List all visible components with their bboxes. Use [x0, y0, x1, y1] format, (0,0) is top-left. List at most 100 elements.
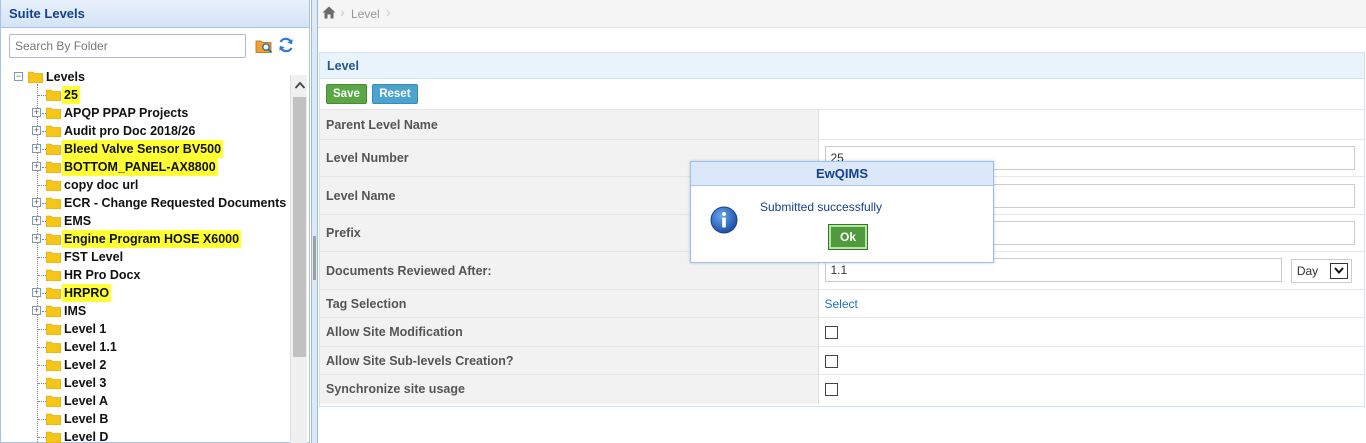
- review-unit-value: Day: [1296, 263, 1319, 278]
- form-row: Synchronize site usage: [320, 374, 1364, 404]
- synchronize-site-usage-checkbox[interactable]: [824, 383, 838, 397]
- expand-icon[interactable]: +: [32, 288, 41, 297]
- splitter-grip[interactable]: [313, 236, 316, 280]
- parent-level-name-label: Parent Level Name: [320, 109, 819, 140]
- tag-selection-label: Tag Selection: [320, 289, 819, 318]
- folder-icon: [46, 179, 61, 191]
- tree-item[interactable]: Level 1.1: [1, 338, 291, 356]
- allow-sublevels-checkbox[interactable]: [824, 354, 838, 368]
- breadcrumb-item-level[interactable]: Level: [351, 7, 380, 21]
- search-input[interactable]: [9, 34, 246, 58]
- form-row: Tag Selection Select: [320, 289, 1364, 318]
- panel-title: Suite Levels: [9, 6, 85, 21]
- tree-item[interactable]: 25: [1, 86, 291, 104]
- tree-item[interactable]: Level B: [1, 410, 291, 428]
- tree-item[interactable]: + BOTTOM_PANEL-AX8800: [1, 158, 291, 176]
- folder-icon: [46, 395, 61, 407]
- expand-icon[interactable]: +: [32, 216, 41, 225]
- breadcrumb: › Level ›: [318, 0, 1366, 28]
- tree-item[interactable]: + ECR - Change Requested Documents: [1, 194, 291, 212]
- tree-item-label: EMS: [64, 214, 92, 228]
- level-tree: − Levels 25 + APQP PPAP Projects + Audit pro…: [1, 68, 291, 443]
- folder-icon: [46, 323, 61, 335]
- folder-icon: [46, 89, 61, 101]
- tree-item-label: HRPRO: [62, 284, 112, 302]
- ok-button[interactable]: Ok: [828, 224, 868, 250]
- tree-item[interactable]: Level D: [1, 428, 291, 443]
- folder-icon: [46, 215, 61, 227]
- chevron-down-icon[interactable]: [1329, 262, 1348, 279]
- expand-icon[interactable]: +: [32, 108, 41, 117]
- folder-icon: [46, 377, 61, 389]
- folder-search-icon[interactable]: [255, 38, 273, 54]
- dialog-message: Submitted successfully: [760, 200, 883, 214]
- tree-root-label: Levels: [46, 70, 85, 84]
- form-row: Parent Level Name: [320, 109, 1364, 140]
- tree-item[interactable]: HR Pro Docx: [1, 266, 291, 284]
- tree-item-label: Audit pro Doc 2018/26: [64, 124, 196, 138]
- dialog-title: EwQIMS: [691, 162, 993, 186]
- folder-icon: [46, 431, 61, 443]
- allow-site-modification-checkbox[interactable]: [824, 326, 838, 340]
- folder-icon: [46, 125, 61, 137]
- expand-icon[interactable]: +: [32, 306, 41, 315]
- tree-item[interactable]: + APQP PPAP Projects: [1, 104, 291, 122]
- review-unit-select[interactable]: Day: [1290, 258, 1352, 283]
- tree-item-label: Level D: [64, 430, 109, 443]
- save-button[interactable]: Save: [326, 84, 367, 104]
- allow-sublevels-label: Allow Site Sub-levels Creation?: [320, 346, 819, 375]
- tree-item-label: 25: [62, 86, 80, 104]
- tree-root[interactable]: − Levels: [1, 68, 291, 86]
- tree-item[interactable]: + HRPRO: [1, 284, 291, 302]
- tree-item-label: Engine Program HOSE X6000: [62, 230, 242, 248]
- form-row: Allow Site Modification: [320, 317, 1364, 347]
- collapse-icon[interactable]: −: [14, 72, 23, 81]
- panel-header: Suite Levels: [1, 0, 309, 28]
- form-row: Allow Site Sub-levels Creation?: [320, 346, 1364, 375]
- tree-item[interactable]: + IMS: [1, 302, 291, 320]
- refresh-icon[interactable]: [277, 36, 295, 54]
- allow-site-modification-label: Allow Site Modification: [320, 317, 819, 347]
- tree-item[interactable]: Level A: [1, 392, 291, 410]
- panel-splitter[interactable]: [311, 0, 318, 443]
- tree-item-label: copy doc url: [64, 178, 139, 192]
- breadcrumb-separator: ›: [386, 4, 391, 20]
- tree-item[interactable]: + Bleed Valve Sensor BV500: [1, 140, 291, 158]
- tree-item[interactable]: + Audit pro Doc 2018/26: [1, 122, 291, 140]
- expand-icon[interactable]: +: [32, 126, 41, 135]
- tree-item-label: Level 1: [64, 322, 107, 336]
- scroll-thumb[interactable]: [293, 97, 306, 357]
- suite-levels-panel: Suite Levels − Levels 25 + APQP PPAP Proje…: [0, 0, 310, 443]
- folder-icon: [46, 359, 61, 371]
- reset-button[interactable]: Reset: [372, 84, 418, 104]
- folder-icon: [28, 71, 43, 83]
- folder-icon: [46, 107, 61, 119]
- tree-item[interactable]: Level 1: [1, 320, 291, 338]
- tree-item-label: APQP PPAP Projects: [64, 106, 189, 120]
- folder-icon: [46, 413, 61, 425]
- expand-icon[interactable]: +: [32, 144, 41, 153]
- tree-item[interactable]: + EMS: [1, 212, 291, 230]
- expand-icon[interactable]: +: [32, 198, 41, 207]
- tree-item[interactable]: Level 2: [1, 356, 291, 374]
- folder-icon: [46, 341, 61, 353]
- home-icon[interactable]: [322, 6, 336, 19]
- folder-icon: [46, 287, 61, 299]
- tree-item-label: BOTTOM_PANEL-AX8800: [62, 158, 218, 176]
- expand-icon[interactable]: +: [32, 234, 41, 243]
- folder-icon: [46, 143, 61, 155]
- tree-item[interactable]: + Engine Program HOSE X6000: [1, 230, 291, 248]
- tree-item[interactable]: copy doc url: [1, 176, 291, 194]
- tag-select-link[interactable]: Select: [825, 297, 858, 311]
- scroll-up-icon[interactable]: [291, 75, 308, 95]
- folder-icon: [46, 233, 61, 245]
- tree-item-label: Level 2: [64, 358, 107, 372]
- tree-scrollbar[interactable]: [290, 75, 307, 443]
- tree-item-label: Level A: [64, 394, 109, 408]
- tree-item[interactable]: FST Level: [1, 248, 291, 266]
- expand-icon[interactable]: +: [32, 162, 41, 171]
- breadcrumb-separator: ›: [340, 4, 345, 20]
- folder-icon: [46, 269, 61, 281]
- folder-icon: [46, 161, 61, 173]
- tree-item[interactable]: Level 3: [1, 374, 291, 392]
